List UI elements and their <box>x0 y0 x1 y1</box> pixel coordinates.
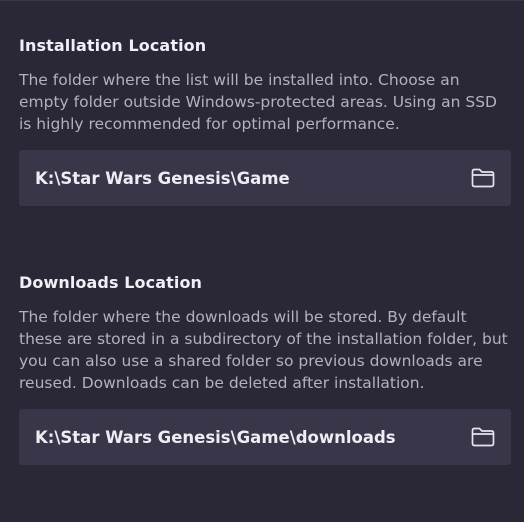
downloads-location-description: The folder where the downloads will be s… <box>19 308 508 392</box>
installation-location-section: Installation Location The folder where t… <box>19 35 511 206</box>
downloads-browse-button[interactable] <box>469 423 497 451</box>
folder-icon <box>471 427 495 447</box>
installation-location-heading: Installation Location <box>19 36 207 55</box>
downloads-path-value: K:\Star Wars Genesis\Game\downloads <box>35 427 396 447</box>
downloads-path-field[interactable]: K:\Star Wars Genesis\Game\downloads <box>19 409 511 465</box>
folder-icon <box>471 168 495 188</box>
installation-path-value: K:\Star Wars Genesis\Game <box>35 168 290 188</box>
installation-location-description: The folder where the list will be instal… <box>19 71 497 133</box>
installation-path-field[interactable]: K:\Star Wars Genesis\Game <box>19 150 511 206</box>
settings-panel: Installation Location The folder where t… <box>0 0 524 522</box>
downloads-location-section: Downloads Location The folder where the … <box>19 272 511 465</box>
installation-browse-button[interactable] <box>469 164 497 192</box>
downloads-location-heading: Downloads Location <box>19 273 203 292</box>
